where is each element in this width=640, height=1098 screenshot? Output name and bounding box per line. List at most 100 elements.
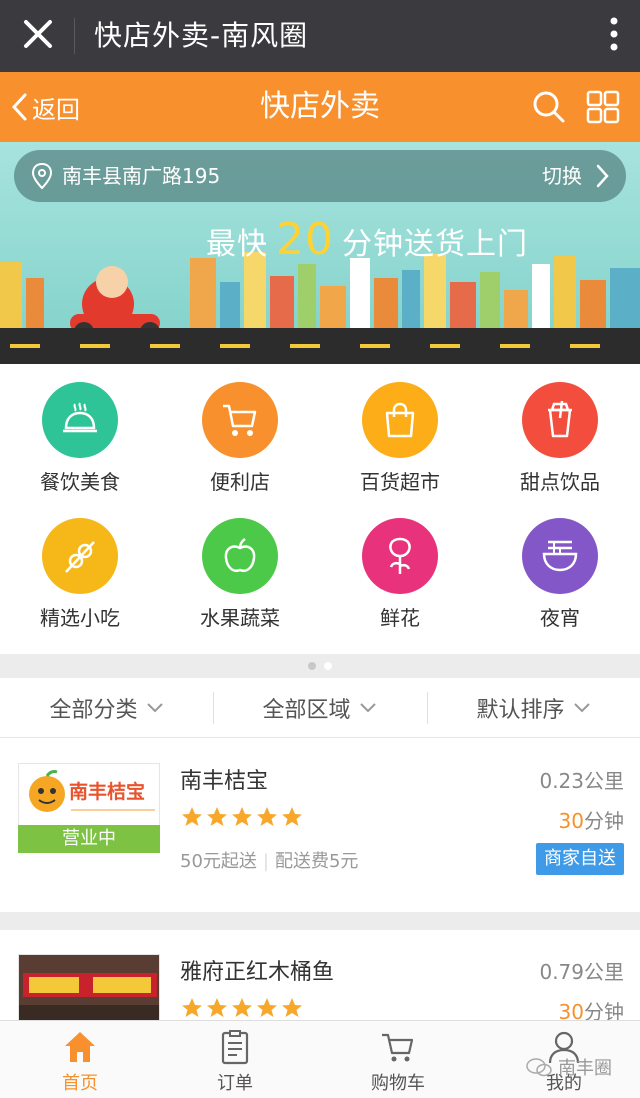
filter-category-dropdown[interactable]: 全部分类 [0,678,213,738]
skewer-icon [65,541,95,573]
chevron-down-icon [573,703,590,713]
category-icon-bg [202,518,278,594]
category-label: 餐饮美食 [40,470,120,494]
home-icon [65,1032,95,1062]
filter-sort-label: 默认排序 [476,698,565,723]
title-divider [74,18,75,54]
store-card[interactable]: 南丰桔宝 营业中 南丰桔宝 50元起送 | 配送费5元 0.23公里 30分钟 商家… [0,739,640,912]
star-icon [282,998,302,1017]
app-header: 快店外卖 返回 [0,72,640,142]
store-name: 雅府正红木桶鱼 [180,960,335,985]
section-gap [0,912,640,930]
close-icon[interactable] [18,14,58,54]
tab-orders[interactable]: 订单 [155,1021,315,1098]
category-icon-bg [522,518,598,594]
filter-region-label: 全部区域 [262,698,351,723]
location-bar[interactable]: 南丰县南广路195 切换 [14,150,626,202]
slogan-suffix: 分钟送货上门 [342,227,528,262]
star-icon [257,807,277,826]
back-label: 返回 [32,95,80,124]
star-icon [182,807,202,826]
rose-icon [389,537,411,574]
filter-region-dropdown[interactable]: 全部区域 [213,678,426,738]
filter-sort-dropdown[interactable]: 默认排序 [427,678,640,738]
road [0,328,640,364]
category-department-store[interactable]: 百货超市 [320,364,480,494]
apple-icon [224,537,256,572]
store-rating [180,805,305,829]
promo-banner[interactable]: 南丰县南广路195 切换 最快 20 分钟送货上门 [0,142,640,364]
chevron-left-icon [11,93,27,121]
store-open-status: 营业中 [18,825,160,853]
tab-home[interactable]: 首页 [0,1021,160,1098]
store-logo-text: 南丰桔宝 [69,780,145,803]
category-convenience-store[interactable]: 便利店 [160,364,320,494]
pager-dot-active[interactable] [308,662,316,670]
delivery-time: 30分钟 [559,805,624,834]
store-distance: 0.79公里 [539,960,624,984]
wechat-logo-icon [526,1058,552,1077]
category-food[interactable]: 餐饮美食 [0,364,160,494]
category-late-night[interactable]: 夜宵 [480,500,640,630]
switch-location-button[interactable]: 切换 [542,162,582,190]
category-desserts-drinks[interactable]: 甜点饮品 [480,364,640,494]
category-flowers[interactable]: 鲜花 [320,500,480,630]
shopping-bag-icon [385,402,415,438]
filter-bar: 全部分类 全部区域 默认排序 [0,678,640,738]
category-label: 百货超市 [360,470,440,494]
merchant-delivery-tag: 商家自送 [536,843,624,875]
storefront-photo [19,955,159,1020]
back-button[interactable]: 返回 [10,88,80,126]
tab-label: 订单 [217,1073,253,1094]
category-label: 甜点饮品 [520,470,600,494]
more-icon[interactable] [610,16,618,52]
wechat-title-bar: 快店外卖-南风圈 [0,0,640,72]
category-label: 水果蔬菜 [200,606,280,630]
meta-divider: | [262,851,269,872]
category-icon-bg [362,382,438,458]
cart-icon [223,404,257,436]
category-label: 精选小吃 [40,606,120,630]
watermark-text: 南丰圈 [558,1058,612,1079]
store-rating [180,996,305,1020]
store-delivery-info: 50元起送 | 配送费5元 [180,847,358,873]
category-icon-bg [42,518,118,594]
category-grid: 餐饮美食 便利店 百货超市 甜点饮品 精选小吃 水果蔬菜 鲜花 夜宵 [0,364,640,654]
category-label: 便利店 [210,470,270,494]
category-icon-bg [42,382,118,458]
category-snacks[interactable]: 精选小吃 [0,500,160,630]
watermark: 南丰圈 [526,1054,612,1080]
drink-cup-icon [548,400,572,438]
store-card[interactable]: 雅府正红木桶鱼 0.79公里 30分钟 [0,930,640,1020]
order-icon [221,1030,249,1065]
cart-icon [382,1033,414,1062]
star-icon [282,807,302,826]
chevron-down-icon [146,703,163,713]
store-name: 南丰桔宝 [180,769,269,794]
grid-menu-icon[interactable] [586,90,620,124]
category-fruits-vegetables[interactable]: 水果蔬菜 [160,500,320,630]
store-distance: 0.23公里 [539,769,624,793]
category-icon-bg [362,518,438,594]
search-icon[interactable] [532,90,566,124]
delivery-time-unit: 分钟 [584,809,624,833]
delivery-time: 30分钟 [559,996,624,1020]
delivery-time-unit: 分钟 [584,1000,624,1020]
chevron-right-icon [596,164,609,188]
wechat-page-title: 快店外卖-南风圈 [94,19,309,52]
chevron-down-icon [359,703,376,713]
filter-category-label: 全部分类 [49,698,138,723]
slogan-number: 20 [276,214,334,265]
category-label: 鲜花 [380,606,420,630]
delivery-address: 南丰县南广路195 [62,164,221,188]
tab-cart[interactable]: 购物车 [318,1021,478,1098]
star-icon [232,807,252,826]
cloche-icon [63,402,97,433]
delivery-time-value: 30 [558,1000,584,1020]
location-pin-icon [31,162,53,190]
category-icon-bg [522,382,598,458]
pager-dot[interactable] [324,662,332,670]
category-icon-bg [202,382,278,458]
road-markings [10,344,600,348]
delivery-fee: 配送费5元 [274,851,359,872]
